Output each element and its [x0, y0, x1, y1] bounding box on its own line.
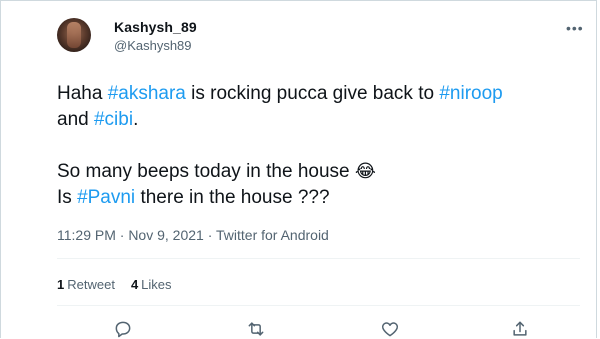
tweet-text-segment: .	[133, 109, 139, 130]
tweet-text: Haha #akshara is rocking pucca give back…	[57, 81, 577, 211]
tweet-text-segment: So many beeps today in the house	[57, 161, 355, 182]
share-button[interactable]	[509, 319, 531, 339]
likes-stat[interactable]: 4 Likes	[131, 277, 172, 292]
emoji: 😂	[354, 161, 376, 182]
avatar[interactable]	[57, 18, 91, 52]
hashtag-link[interactable]: #niroop	[439, 83, 502, 104]
tweet-text-segment: and	[57, 109, 94, 130]
divider	[57, 305, 580, 306]
retweet-icon	[248, 322, 264, 336]
retweet-count: 1	[57, 277, 65, 292]
hashtag-link[interactable]: #cibi	[94, 109, 133, 130]
hashtag-link[interactable]: #akshara	[108, 83, 186, 104]
tweet-actions	[1, 319, 598, 339]
tweet-text-segment: Haha	[57, 83, 108, 104]
tweet-stats: 1 Retweet 4 Likes	[57, 277, 172, 292]
tweet-card: Kashysh_89 @Kashysh89 ••• Haha #akshara …	[0, 0, 597, 338]
tweet-line: Haha #akshara is rocking pucca give back…	[57, 81, 577, 107]
hashtag-link[interactable]: #Pavni	[77, 187, 135, 208]
likes-label: Likes	[141, 277, 172, 292]
divider	[57, 258, 580, 259]
reply-icon	[115, 321, 131, 338]
ellipsis-icon: •••	[566, 20, 584, 36]
tweet-text-segment: is rocking pucca give back to	[185, 83, 440, 104]
tweet-text-segment: there in the house ???	[135, 187, 330, 208]
tweet-line: and #cibi.	[57, 107, 577, 133]
author-name[interactable]: Kashysh_89	[114, 19, 197, 35]
retweet-stat[interactable]: 1 Retweet	[57, 277, 115, 292]
share-icon	[513, 321, 527, 336]
likes-count: 4	[130, 277, 139, 292]
like-button[interactable]	[379, 319, 401, 339]
retweet-label: Retweet	[67, 277, 115, 292]
more-options-button[interactable]: •••	[566, 20, 584, 36]
reply-button[interactable]	[112, 319, 134, 339]
like-icon	[381, 322, 399, 337]
author-handle[interactable]: @Kashysh89	[114, 38, 192, 53]
tweet-line: Is #Pavni there in the house ???	[57, 185, 577, 211]
avatar-figure	[67, 22, 81, 48]
tweet-text-segment: Is	[57, 187, 78, 208]
tweet-line-break	[57, 133, 577, 159]
retweet-button[interactable]	[245, 319, 267, 339]
tweet-line: So many beeps today in the house 😂	[57, 159, 577, 185]
tweet-meta[interactable]: 11:29 PM · Nov 9, 2021 · Twitter for And…	[57, 227, 329, 243]
